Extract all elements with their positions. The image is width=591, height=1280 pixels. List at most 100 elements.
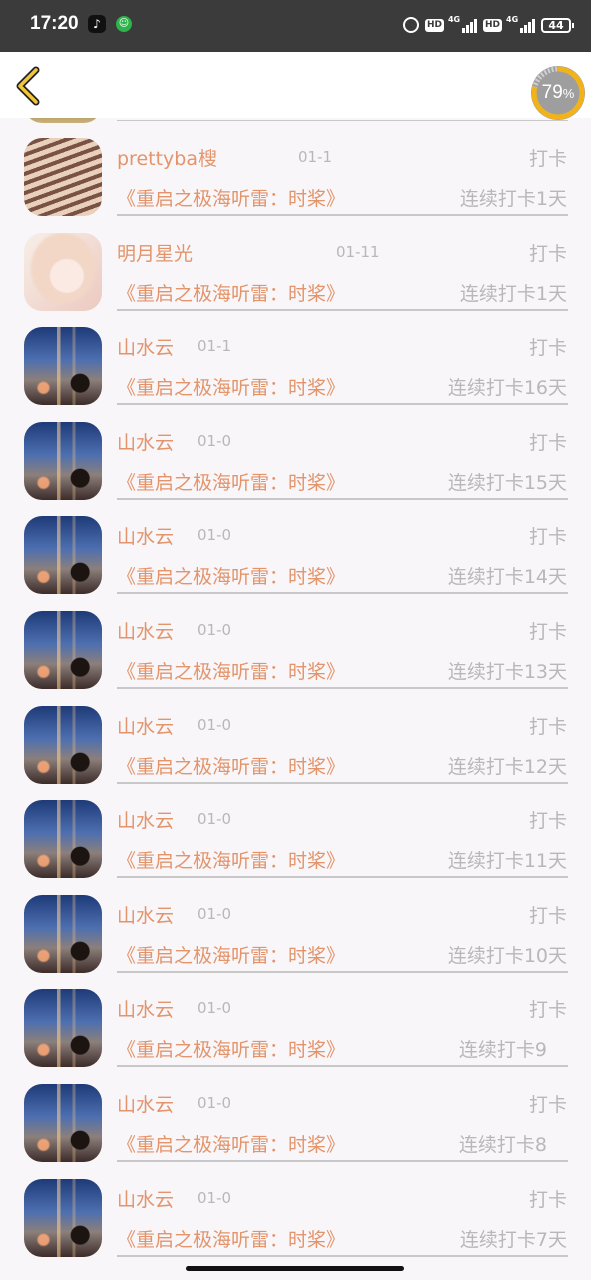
avatar[interactable]: [24, 1178, 102, 1257]
streak-text: 连续打卡1天: [459, 188, 567, 210]
checkin-label: 打卡: [528, 1094, 567, 1116]
list-item[interactable]: 山水云 01-0 打卡《重启之极海听雷：时桨》 连续打卡14天: [0, 496, 591, 595]
alarm-icon: [402, 17, 419, 33]
avatar[interactable]: [24, 327, 102, 406]
checkin-label: 打卡: [528, 810, 567, 833]
list-item[interactable]: 山水云 01-0 打卡《重启之极海听雷：时桨》 连续打卡15天: [0, 402, 591, 500]
avatar[interactable]: [24, 611, 102, 689]
checkin-date: 01-0: [197, 1094, 232, 1112]
checkin-date: 01-0: [197, 810, 232, 829]
checkin-label: 打卡: [528, 242, 567, 265]
clock: 17:20: [30, 13, 79, 34]
progress-badge: 79%: [531, 66, 585, 120]
user-name[interactable]: 山水云: [117, 617, 174, 644]
network-type: 4G: [447, 15, 461, 24]
user-name[interactable]: 山水云: [117, 522, 174, 549]
chevron-left-icon: [16, 66, 40, 106]
checkin-date: 01-1: [197, 337, 232, 356]
user-name[interactable]: 山水云: [117, 806, 174, 833]
network-type: 4G: [506, 15, 519, 24]
list-item[interactable]: 山水云 01-0 打卡《重启之极海听雷：时桨》 连续打卡11天: [0, 780, 591, 879]
checkin-label: 打卡: [528, 431, 567, 454]
streak-text: 连续打卡10天: [447, 944, 567, 967]
checkin-date: 01-0: [197, 621, 232, 639]
nav-bar: 79%: [0, 52, 591, 120]
user-name[interactable]: 山水云: [117, 712, 174, 739]
avatar[interactable]: [24, 989, 102, 1068]
list-item[interactable]: 山水云 01-0 打卡 《重启之极海听雷：时桨》 连续打卡7天: [0, 1159, 591, 1257]
checkin-date: 01-0: [197, 431, 232, 450]
checkin-label: 打卡: [528, 904, 567, 927]
status-bar: 17:20 ♪ ☺ HD 4G HD 4G 44: [0, 0, 591, 52]
user-name[interactable]: prettyba㮴: [117, 144, 217, 171]
checkin-list: prettyba㮴 01-1 打卡 《重启之极海听雷：时桨》 连续打卡1天 明月星光 01-…: [0, 118, 591, 1258]
list-item[interactable]: prettyba㮴 01-1 打卡《重启之极海听雷：时桨》 连续打卡1天: [0, 118, 591, 216]
book-title[interactable]: 《重启之极海听雷：时桨》: [117, 846, 345, 873]
user-name[interactable]: 山水云: [117, 901, 174, 928]
list-item[interactable]: 山水云 01-0 打卡 《重启之极海听雷：时桨》 连续打卡13天: [0, 591, 591, 689]
checkin-date: 01-11: [336, 242, 380, 261]
list-item[interactable]: 山水云 01-0 打卡 《重启之极海听雷：时桨》 连续打卡9: [0, 969, 591, 1068]
streak-text: 连续打卡11天: [447, 850, 567, 873]
list-item[interactable]: 山水云 01-0 打卡《重启之极海听雷：时桨》 连续打卡10天: [0, 875, 591, 973]
book-title[interactable]: 《重启之极海听雷：时桨》: [117, 373, 345, 400]
checkin-label: 打卡: [528, 621, 567, 643]
tiktok-icon: ♪: [88, 15, 106, 33]
user-name[interactable]: 山水云: [117, 333, 174, 360]
book-title[interactable]: 《重启之极海听雷：时桨》: [117, 657, 345, 684]
avatar[interactable]: [24, 138, 102, 216]
book-title[interactable]: 《重启之极海听雷：时桨》: [117, 279, 345, 306]
book-title[interactable]: 《重启之极海听雷：时桨》: [117, 1225, 345, 1252]
book-title[interactable]: 《重启之极海听雷：时桨》: [117, 1130, 345, 1157]
avatar[interactable]: [24, 894, 102, 973]
home-indicator[interactable]: [186, 1266, 404, 1271]
book-title[interactable]: 《重启之极海听雷：时桨》: [117, 562, 345, 589]
checkin-date: 01-0: [197, 1188, 232, 1207]
signal-icon: 4G: [448, 15, 477, 33]
signal-icon: 4G: [506, 15, 535, 33]
user-name[interactable]: 山水云: [117, 428, 174, 455]
back-button[interactable]: [12, 64, 48, 108]
checkin-label: 打卡: [528, 148, 567, 170]
app-notification-icon: ☺: [116, 16, 132, 32]
divider: [117, 1254, 568, 1257]
streak-text: 连续打卡8: [458, 1134, 547, 1156]
streak-text: 连续打卡15天: [447, 471, 567, 494]
checkin-date: 01-0: [197, 715, 232, 734]
checkin-date: 01-0: [197, 526, 232, 545]
user-name[interactable]: 山水云: [117, 995, 174, 1022]
list-item[interactable]: 山水云 01-0 打卡《重启之极海听雷：时桨》 连续打卡8: [0, 1064, 591, 1162]
avatar[interactable]: [24, 705, 102, 784]
book-title[interactable]: 《重启之极海听雷：时桨》: [117, 468, 345, 495]
hd-badge: HD: [424, 18, 444, 32]
book-title[interactable]: 《重启之极海听雷：时桨》: [117, 941, 345, 968]
avatar[interactable]: [24, 516, 102, 595]
list-item[interactable]: 山水云 01-1 打卡 《重启之极海听雷：时桨》 连续打卡16天: [0, 307, 591, 406]
battery-icon: 44: [541, 17, 574, 33]
progress-value: 79%: [541, 82, 575, 103]
streak-text: 连续打卡1天: [459, 282, 567, 305]
streak-text: 连续打卡9: [458, 1039, 547, 1062]
checkin-date: 01-1: [298, 148, 333, 166]
avatar[interactable]: [24, 421, 102, 500]
streak-text: 连续打卡12天: [447, 755, 567, 778]
checkin-label: 打卡: [528, 526, 567, 549]
user-name[interactable]: 山水云: [117, 1090, 174, 1117]
streak-text: 连续打卡14天: [447, 566, 567, 589]
book-title[interactable]: 《重启之极海听雷：时桨》: [117, 1035, 345, 1062]
avatar[interactable]: [24, 1084, 102, 1162]
list-item[interactable]: 明月星光 01-11 打卡《重启之极海听雷：时桨》 连续打卡1天: [0, 213, 591, 311]
hd-badge: HD: [482, 18, 502, 32]
avatar[interactable]: [24, 232, 102, 311]
book-title[interactable]: 《重启之极海听雷：时桨》: [117, 752, 345, 779]
user-name[interactable]: 山水云: [117, 1185, 174, 1212]
checkin-label: 打卡: [528, 337, 567, 360]
checkin-date: 01-0: [197, 904, 232, 923]
status-icons: HD 4G HD 4G 44: [402, 14, 574, 36]
list-item[interactable]: 山水云 01-0 打卡 《重启之极海听雷：时桨》 连续打卡12天: [0, 686, 591, 784]
user-name[interactable]: 明月星光: [117, 239, 193, 266]
checkin-label: 打卡: [528, 1188, 567, 1211]
checkin-label: 打卡: [528, 999, 567, 1022]
book-title[interactable]: 《重启之极海听雷：时桨》: [117, 184, 345, 211]
avatar[interactable]: [24, 800, 102, 879]
